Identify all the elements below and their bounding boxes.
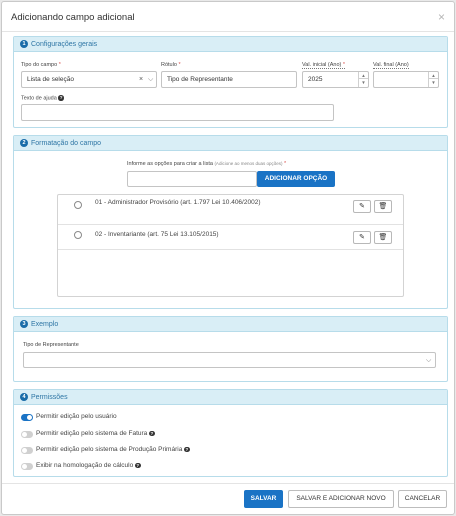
example-select[interactable]: ⌵ <box>23 352 436 368</box>
option-text: 01 - Administrador Provisório (art. 1.79… <box>95 199 261 206</box>
clear-icon[interactable]: × <box>139 72 143 87</box>
section-header: 2 Formatação do campo <box>14 136 447 151</box>
list-item: 01 - Administrador Provisório (art. 1.79… <box>58 195 403 225</box>
section-field-format: 2 Formatação do campo Informe as opções … <box>13 135 448 309</box>
stepper-down-icon[interactable]: ▼ <box>429 79 438 86</box>
chevron-down-icon: ⌵ <box>148 76 154 83</box>
edit-icon[interactable]: ✎ <box>353 231 371 244</box>
number-stepper[interactable]: ▲ ▼ <box>358 72 368 87</box>
stepper-up-icon[interactable]: ▲ <box>359 72 368 79</box>
options-list: 01 - Administrador Provisório (art. 1.79… <box>57 194 404 297</box>
help-icon[interactable]: ? <box>149 430 155 436</box>
permission-toggle-homologation[interactable] <box>21 463 33 470</box>
example-field-label: Tipo de Representante <box>23 342 79 348</box>
permission-toggle-primary-production[interactable] <box>21 447 33 454</box>
option-radio[interactable] <box>74 201 82 209</box>
final-value-input[interactable]: ▲ ▼ <box>373 71 439 88</box>
final-value-label: Val. final (Ano) <box>373 62 409 69</box>
section-number-badge: 3 <box>20 320 28 328</box>
cancel-button[interactable]: CANCELAR <box>398 490 447 508</box>
help-text-input[interactable] <box>21 104 334 121</box>
field-type-select[interactable]: Lista de seleção × ⌵ <box>21 71 157 88</box>
add-option-button[interactable]: ADICIONAR OPÇÃO <box>257 171 335 187</box>
field-type-label: Tipo do campo * <box>21 62 61 68</box>
permission-label: Exibir na homologação de cálculo ? <box>36 462 141 469</box>
initial-value-input[interactable]: 2025 ▲ ▼ <box>302 71 369 88</box>
section-title: Formatação do campo <box>31 139 102 147</box>
help-icon[interactable]: ? <box>184 446 190 452</box>
list-item: 02 - Inventariante (art. 75 Lei 13.105/2… <box>58 225 403 250</box>
help-icon[interactable]: ? <box>135 462 141 468</box>
save-button[interactable]: SALVAR <box>244 490 283 508</box>
help-icon[interactable]: ? <box>58 95 64 101</box>
help-text-label: Texto de ajuda ? <box>21 95 64 102</box>
section-general-settings: 1 Configurações gerais Tipo do campo * L… <box>13 36 448 128</box>
close-icon[interactable]: × <box>438 10 445 24</box>
section-number-badge: 1 <box>20 40 28 48</box>
options-instruction-label: Informe as opções para criar a lista (Ad… <box>127 161 287 167</box>
modal-header: Adicionando campo adicional × <box>2 2 454 32</box>
section-title: Permissões <box>31 393 68 401</box>
trash-icon[interactable]: 🗑 <box>374 200 392 213</box>
modal-title: Adicionando campo adicional <box>11 12 135 23</box>
option-text: 02 - Inventariante (art. 75 Lei 13.105/2… <box>95 231 219 238</box>
section-number-badge: 2 <box>20 139 28 147</box>
section-example: 3 Exemplo Tipo de Representante ⌵ <box>13 316 448 382</box>
edit-icon[interactable]: ✎ <box>353 200 371 213</box>
section-header: 3 Exemplo <box>14 317 447 332</box>
permission-toggle-invoice[interactable] <box>21 431 33 438</box>
stepper-up-icon[interactable]: ▲ <box>429 72 438 79</box>
new-option-input[interactable] <box>127 171 257 187</box>
section-number-badge: 4 <box>20 393 28 401</box>
section-header: 1 Configurações gerais <box>14 37 447 52</box>
permission-toggle-user-edit[interactable] <box>21 414 33 421</box>
permission-label: Permitir edição pelo sistema de Produção… <box>36 446 190 453</box>
initial-value-label: Val. inicial (Ano) * <box>302 62 346 69</box>
label-label: Rótulo * <box>161 62 181 68</box>
permission-label: Permitir edição pelo usuário <box>36 413 117 420</box>
section-title: Exemplo <box>31 320 59 328</box>
trash-icon[interactable]: 🗑 <box>374 231 392 244</box>
label-input[interactable]: Tipo de Representante <box>161 71 297 88</box>
section-permissions: 4 Permissões Permitir edição pelo usuári… <box>13 389 448 477</box>
stepper-down-icon[interactable]: ▼ <box>359 79 368 86</box>
save-and-add-new-button[interactable]: SALVAR E ADICIONAR NOVO <box>288 490 394 508</box>
permission-label: Permitir edição pelo sistema de Fatura ? <box>36 430 155 437</box>
chevron-down-icon: ⌵ <box>426 357 432 364</box>
section-header: 4 Permissões <box>14 390 447 405</box>
add-field-modal: Adicionando campo adicional × 1 Configur… <box>1 1 455 515</box>
section-title: Configurações gerais <box>31 40 98 48</box>
number-stepper[interactable]: ▲ ▼ <box>428 72 438 87</box>
footer-divider <box>2 483 454 484</box>
option-radio[interactable] <box>74 231 82 239</box>
